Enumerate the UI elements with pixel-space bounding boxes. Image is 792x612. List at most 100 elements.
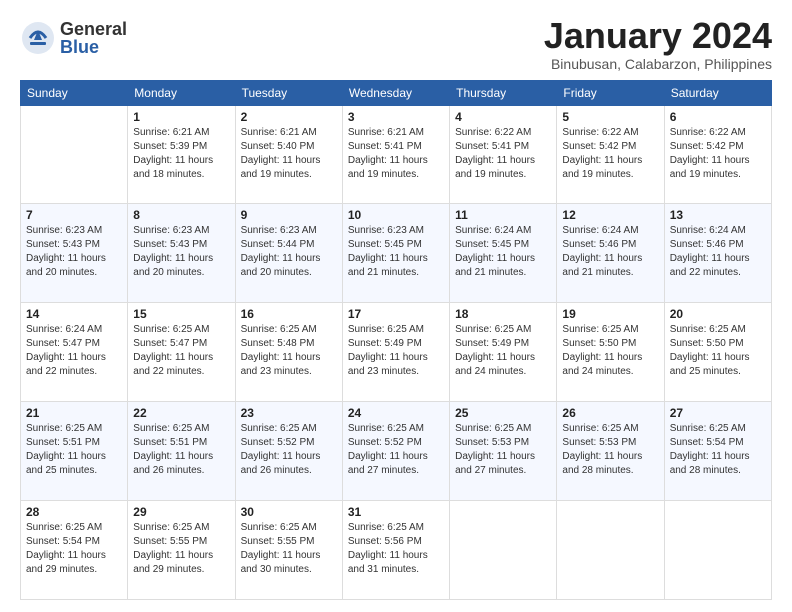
day-header-friday: Friday — [557, 80, 664, 105]
calendar-cell: 18Sunrise: 6:25 AMSunset: 5:49 PMDayligh… — [450, 303, 557, 402]
day-info: Sunrise: 6:21 AMSunset: 5:39 PMDaylight:… — [133, 126, 229, 182]
day-number: 29 — [133, 505, 229, 519]
day-number: 26 — [562, 406, 658, 420]
day-number: 23 — [241, 406, 337, 420]
day-info: Sunrise: 6:25 AMSunset: 5:51 PMDaylight:… — [26, 422, 122, 478]
day-info: Sunrise: 6:22 AMSunset: 5:42 PMDaylight:… — [670, 126, 766, 182]
day-info: Sunrise: 6:25 AMSunset: 5:49 PMDaylight:… — [348, 323, 444, 379]
header-row: SundayMondayTuesdayWednesdayThursdayFrid… — [21, 80, 772, 105]
logo-general: General — [60, 20, 127, 38]
calendar-cell: 16 Sunrise: 6:25 AMSunset: 5:48 PMDayligh… — [235, 303, 342, 402]
day-header-thursday: Thursday — [450, 80, 557, 105]
day-number: 13 — [670, 208, 766, 222]
calendar-cell: 17 Sunrise: 6:25 AMSunset: 5:49 PMDayligh… — [342, 303, 449, 402]
day-info: Sunrise: 6:24 AMSunset: 5:46 PMDaylight:… — [562, 224, 658, 280]
day-info: Sunrise: 6:24 AMSunset: 5:46 PMDaylight:… — [670, 224, 766, 280]
day-info: Sunrise: 6:25 AMSunset: 5:51 PMDaylight:… — [133, 422, 229, 478]
calendar-cell: 23 Sunrise: 6:25 AMSunset: 5:52 PMDayligh… — [235, 402, 342, 501]
day-info: Sunrise: 6:25 AMSunset: 5:47 PMDaylight:… — [133, 323, 229, 379]
day-info: Sunrise: 6:23 AMSunset: 5:43 PMDaylight:… — [26, 224, 122, 280]
day-number: 22 — [133, 406, 229, 420]
day-number: 5 — [562, 110, 658, 124]
day-number: 27 — [670, 406, 766, 420]
calendar-cell: 10 Sunrise: 6:23 AMSunset: 5:45 PMDayligh… — [342, 204, 449, 303]
calendar-cell: 20 Sunrise: 6:25 AMSunset: 5:50 PMDayligh… — [664, 303, 771, 402]
day-info: Sunrise: 6:25 AMSunset: 5:53 PMDaylight:… — [562, 422, 658, 478]
day-number: 3 — [348, 110, 444, 124]
logo: General Blue — [20, 20, 127, 56]
calendar-cell: 8 Sunrise: 6:23 AMSunset: 5:43 PMDaylight… — [128, 204, 235, 303]
calendar-cell: 19 Sunrise: 6:25 AMSunset: 5:50 PMDayligh… — [557, 303, 664, 402]
day-info: Sunrise: 6:25 AMSunset: 5:53 PMDaylight:… — [455, 422, 551, 478]
day-info: Sunrise: 6:25 AMSunset: 5:56 PMDaylight:… — [348, 521, 444, 577]
calendar-cell: 6 Sunrise: 6:22 AMSunset: 5:42 PMDaylight… — [664, 105, 771, 204]
calendar-cell: 31Sunrise: 6:25 AMSunset: 5:56 PMDayligh… — [342, 501, 449, 600]
day-header-monday: Monday — [128, 80, 235, 105]
calendar-cell — [664, 501, 771, 600]
day-info: Sunrise: 6:21 AMSunset: 5:41 PMDaylight:… — [348, 126, 444, 182]
day-info: Sunrise: 6:22 AMSunset: 5:41 PMDaylight:… — [455, 126, 551, 182]
calendar-cell: 5 Sunrise: 6:22 AMSunset: 5:42 PMDaylight… — [557, 105, 664, 204]
day-number: 14 — [26, 307, 122, 321]
day-number: 24 — [348, 406, 444, 420]
day-number: 12 — [562, 208, 658, 222]
calendar-cell: 12 Sunrise: 6:24 AMSunset: 5:46 PMDayligh… — [557, 204, 664, 303]
day-info: Sunrise: 6:23 AMSunset: 5:44 PMDaylight:… — [241, 224, 337, 280]
day-info: Sunrise: 6:23 AMSunset: 5:43 PMDaylight:… — [133, 224, 229, 280]
calendar-cell: 24Sunrise: 6:25 AMSunset: 5:52 PMDayligh… — [342, 402, 449, 501]
logo-blue: Blue — [60, 38, 127, 56]
calendar-cell: 25 Sunrise: 6:25 AMSunset: 5:53 PMDayligh… — [450, 402, 557, 501]
week-row: 21Sunrise: 6:25 AMSunset: 5:51 PMDayligh… — [21, 402, 772, 501]
day-number: 8 — [133, 208, 229, 222]
day-info: Sunrise: 6:25 AMSunset: 5:55 PMDaylight:… — [241, 521, 337, 577]
calendar-cell: 3 Sunrise: 6:21 AMSunset: 5:41 PMDaylight… — [342, 105, 449, 204]
day-info: Sunrise: 6:24 AMSunset: 5:45 PMDaylight:… — [455, 224, 551, 280]
calendar-cell: 22 Sunrise: 6:25 AMSunset: 5:51 PMDayligh… — [128, 402, 235, 501]
calendar-cell — [21, 105, 128, 204]
calendar-cell: 28 Sunrise: 6:25 AMSunset: 5:54 PMDayligh… — [21, 501, 128, 600]
day-number: 7 — [26, 208, 122, 222]
logo-icon — [20, 20, 56, 56]
header: General Blue January 2024 Binubusan, Cal… — [20, 16, 772, 72]
week-row: 7 Sunrise: 6:23 AMSunset: 5:43 PMDaylight… — [21, 204, 772, 303]
day-number: 15 — [133, 307, 229, 321]
calendar-cell: 2 Sunrise: 6:21 AMSunset: 5:40 PMDaylight… — [235, 105, 342, 204]
logo-text: General Blue — [60, 20, 127, 56]
title-section: January 2024 Binubusan, Calabarzon, Phil… — [544, 16, 772, 72]
day-info: Sunrise: 6:23 AMSunset: 5:45 PMDaylight:… — [348, 224, 444, 280]
week-row: 14 Sunrise: 6:24 AMSunset: 5:47 PMDayligh… — [21, 303, 772, 402]
calendar-cell: 4Sunrise: 6:22 AMSunset: 5:41 PMDaylight… — [450, 105, 557, 204]
day-number: 28 — [26, 505, 122, 519]
day-header-wednesday: Wednesday — [342, 80, 449, 105]
day-info: Sunrise: 6:25 AMSunset: 5:48 PMDaylight:… — [241, 323, 337, 379]
day-info: Sunrise: 6:25 AMSunset: 5:54 PMDaylight:… — [26, 521, 122, 577]
day-number: 16 — [241, 307, 337, 321]
calendar-cell: 14 Sunrise: 6:24 AMSunset: 5:47 PMDayligh… — [21, 303, 128, 402]
day-header-sunday: Sunday — [21, 80, 128, 105]
day-info: Sunrise: 6:25 AMSunset: 5:52 PMDaylight:… — [241, 422, 337, 478]
day-number: 17 — [348, 307, 444, 321]
calendar-cell: 27 Sunrise: 6:25 AMSunset: 5:54 PMDayligh… — [664, 402, 771, 501]
day-info: Sunrise: 6:25 AMSunset: 5:50 PMDaylight:… — [562, 323, 658, 379]
day-info: Sunrise: 6:25 AMSunset: 5:55 PMDaylight:… — [133, 521, 229, 577]
day-info: Sunrise: 6:24 AMSunset: 5:47 PMDaylight:… — [26, 323, 122, 379]
day-info: Sunrise: 6:25 AMSunset: 5:54 PMDaylight:… — [670, 422, 766, 478]
day-number: 10 — [348, 208, 444, 222]
day-info: Sunrise: 6:22 AMSunset: 5:42 PMDaylight:… — [562, 126, 658, 182]
calendar-cell: 30Sunrise: 6:25 AMSunset: 5:55 PMDayligh… — [235, 501, 342, 600]
calendar-cell — [450, 501, 557, 600]
day-number: 2 — [241, 110, 337, 124]
day-number: 20 — [670, 307, 766, 321]
calendar-table: SundayMondayTuesdayWednesdayThursdayFrid… — [20, 80, 772, 600]
day-info: Sunrise: 6:25 AMSunset: 5:50 PMDaylight:… — [670, 323, 766, 379]
day-info: Sunrise: 6:21 AMSunset: 5:40 PMDaylight:… — [241, 126, 337, 182]
day-number: 25 — [455, 406, 551, 420]
day-number: 19 — [562, 307, 658, 321]
day-number: 6 — [670, 110, 766, 124]
calendar-cell: 11Sunrise: 6:24 AMSunset: 5:45 PMDayligh… — [450, 204, 557, 303]
calendar-cell: 29 Sunrise: 6:25 AMSunset: 5:55 PMDayligh… — [128, 501, 235, 600]
calendar-subtitle: Binubusan, Calabarzon, Philippines — [544, 56, 772, 72]
calendar-cell: 7 Sunrise: 6:23 AMSunset: 5:43 PMDaylight… — [21, 204, 128, 303]
calendar-cell: 21Sunrise: 6:25 AMSunset: 5:51 PMDayligh… — [21, 402, 128, 501]
calendar-cell: 15 Sunrise: 6:25 AMSunset: 5:47 PMDayligh… — [128, 303, 235, 402]
